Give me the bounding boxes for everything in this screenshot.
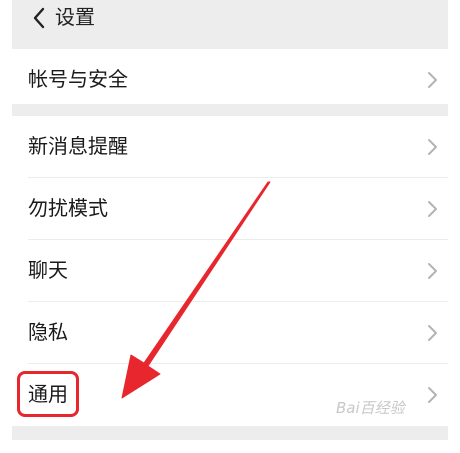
watermark: Bai百经验 — [336, 399, 405, 417]
pointer-arrow-icon — [121, 181, 271, 399]
